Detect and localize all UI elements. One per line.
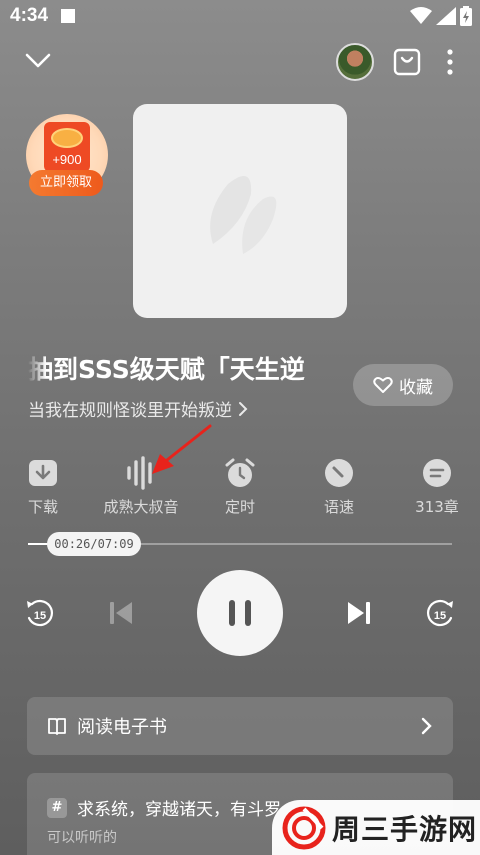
recommend-title: 求系统，穿越诸天，有斗罗 [77, 800, 281, 820]
next-track-button[interactable] [344, 598, 374, 628]
battery-icon [460, 6, 472, 26]
watermark-logo-icon [282, 806, 326, 849]
annotation-arrow-icon [152, 424, 212, 474]
book-subtitle: 当我在规则怪谈里开始叛逆 [28, 401, 232, 421]
shopping-bag-icon[interactable] [393, 46, 421, 76]
favorite-label: 收藏 [399, 377, 433, 398]
read-ebook-label: 阅读电子书 [77, 717, 167, 738]
rewind-seconds: 15 [34, 610, 46, 622]
pause-button[interactable] [197, 570, 283, 656]
action-label: 语速 [323, 498, 354, 516]
forward-seconds: 15 [434, 610, 446, 622]
book-subtitle-link[interactable]: 当我在规则怪谈里开始叛逆 [28, 396, 250, 421]
alarm-clock-icon [225, 458, 255, 487]
coin-icon [51, 128, 83, 148]
rewind-15-button[interactable]: 15 [24, 598, 56, 630]
status-time: 4:34 [10, 5, 49, 26]
status-icons [410, 6, 472, 26]
action-speed[interactable]: 语速 [284, 456, 394, 517]
skip-previous-icon [110, 602, 132, 624]
skip-next-icon [348, 602, 370, 624]
pause-icon [229, 600, 251, 626]
user-avatar[interactable] [336, 43, 374, 81]
book-title: 抽到SSS级天赋「天生逆 [28, 355, 305, 384]
cover-placeholder-logo [210, 176, 277, 254]
bonus-amount: +900 [52, 152, 82, 167]
favorite-button[interactable]: 收藏 [353, 364, 453, 406]
action-download[interactable]: 下载 [0, 456, 98, 517]
chapter-list-icon [423, 459, 451, 487]
action-chapters[interactable]: 313章 [382, 456, 480, 517]
speed-gauge-icon [325, 459, 353, 487]
watermark-text: 周三手游网 [332, 812, 478, 846]
bonus-coin-card: +900 [44, 122, 90, 172]
wifi-icon [410, 7, 432, 24]
chevron-right-icon [239, 401, 248, 416]
progress-time-bubble[interactable]: 00:26/07:09 [47, 532, 141, 556]
action-label: 定时 [224, 498, 255, 516]
action-label: 下载 [27, 498, 58, 516]
previous-track-button[interactable] [106, 598, 136, 628]
player-top-bar [0, 40, 480, 84]
rewind-15-icon: 15 [27, 599, 53, 627]
action-label: 313章 [415, 498, 459, 516]
site-watermark: 周三手游网 [272, 800, 480, 855]
claim-bonus-button[interactable]: 立即领取 [29, 170, 103, 196]
more-vertical-icon[interactable] [442, 48, 458, 76]
download-icon [29, 460, 57, 486]
action-row: 下载 成熟大叔音 定时 语速 313章 [0, 456, 480, 520]
forward-15-icon: 15 [427, 599, 453, 627]
chevron-down-icon[interactable] [24, 48, 52, 72]
hashtag-icon: # [47, 797, 67, 818]
notification-square-icon [61, 9, 75, 23]
book-cover [133, 104, 347, 318]
heart-icon [373, 377, 393, 393]
read-ebook-row[interactable]: 阅读电子书 [27, 697, 453, 755]
status-bar: 4:34 [0, 0, 480, 34]
chevron-right-icon [421, 717, 432, 735]
open-book-icon [48, 718, 66, 735]
signal-icon [436, 7, 456, 25]
recommend-subtitle: 可以听听的 [47, 830, 117, 846]
forward-15-button[interactable]: 15 [424, 598, 456, 630]
action-label: 成熟大叔音 [103, 498, 179, 516]
